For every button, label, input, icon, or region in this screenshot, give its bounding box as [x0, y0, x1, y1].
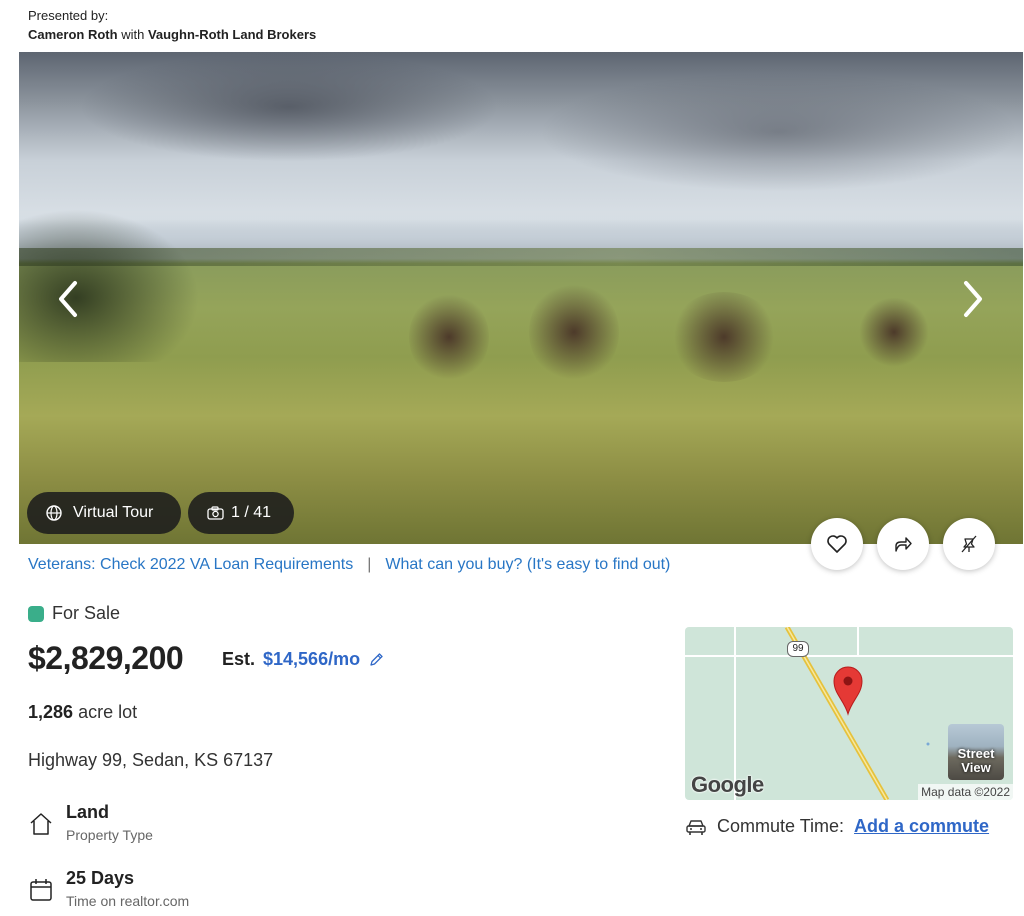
- map-pin-icon: [833, 666, 863, 716]
- broker-name[interactable]: Vaughn-Roth Land Brokers: [148, 27, 316, 42]
- chevron-left-icon[interactable]: [46, 277, 90, 321]
- with-text: with: [121, 27, 145, 42]
- agent-name[interactable]: Cameron Roth: [28, 27, 118, 42]
- property-type-value: Land: [66, 802, 109, 822]
- pencil-icon[interactable]: [368, 652, 384, 668]
- chevron-right-icon[interactable]: [951, 277, 995, 321]
- status-label: For Sale: [52, 603, 121, 623]
- share-button[interactable]: [877, 518, 929, 570]
- listing-price: $2,829,200: [28, 640, 184, 676]
- affordability-link[interactable]: What can you buy? (It's easy to find out…: [385, 556, 670, 574]
- photo-counter: 1 / 41: [231, 504, 272, 521]
- photo-count-button[interactable]: 1 / 41: [188, 492, 294, 534]
- photo-detail: [409, 292, 489, 382]
- virtual-tour-label: Virtual Tour: [73, 504, 154, 521]
- est-label: Est.: [222, 649, 256, 669]
- photo-detail: [79, 52, 499, 162]
- status-dot: [28, 605, 44, 622]
- presented-by: Presented by: Cameron Roth with Vaughn-R…: [28, 6, 316, 44]
- virtual-tour-button[interactable]: Virtual Tour: [27, 492, 181, 534]
- camera-icon: [207, 506, 224, 520]
- lot-size-value: 1,286: [28, 702, 74, 722]
- property-type-label: Property Type: [66, 827, 153, 843]
- map-attribution: Map data ©2022: [918, 784, 1013, 800]
- va-loan-link[interactable]: Veterans: Check 2022 VA Loan Requirement…: [28, 556, 353, 574]
- estimated-payment[interactable]: Est. $14,566/mo: [222, 649, 384, 670]
- lot-size: 1,286 acre lot: [28, 702, 137, 723]
- lot-size-unit: acre lot: [78, 702, 138, 722]
- photo-detail: [529, 282, 619, 382]
- add-commute-link[interactable]: Add a commute: [854, 816, 989, 837]
- commute-label: Commute Time:: [717, 816, 845, 836]
- globe-icon: [46, 505, 62, 521]
- street-view-button[interactable]: Street View: [948, 724, 1004, 780]
- share-icon: [895, 537, 912, 552]
- heart-icon: [827, 535, 847, 553]
- route-shield: 99: [787, 641, 809, 657]
- photo-detail: [669, 292, 779, 382]
- commute-time: Commute Time: Add a commute: [685, 816, 989, 837]
- location-map[interactable]: 99 Street View Google Map data ©2022: [685, 627, 1013, 800]
- photo-gallery[interactable]: Virtual Tour 1 / 41: [19, 52, 1023, 544]
- photo-detail: [539, 72, 1019, 192]
- favorite-button[interactable]: [811, 518, 863, 570]
- days-on-market-fact: 25 Days Time on realtor.com: [28, 867, 189, 909]
- car-icon: [686, 819, 706, 835]
- property-type-fact: Land Property Type: [28, 801, 153, 843]
- eye-off-icon: [961, 535, 977, 553]
- property-address: Highway 99, Sedan, KS 67137: [28, 750, 274, 770]
- hide-listing-button[interactable]: [943, 518, 995, 570]
- listing-status: For Sale: [28, 603, 120, 624]
- promo-links: Veterans: Check 2022 VA Loan Requirement…: [28, 556, 670, 574]
- house-outline-icon: [30, 813, 52, 835]
- days-on-market-label: Time on realtor.com: [66, 893, 190, 909]
- promo-separator: |: [367, 556, 372, 573]
- google-logo: Google: [691, 772, 764, 797]
- presented-by-label: Presented by:: [28, 8, 109, 23]
- est-value[interactable]: $14,566/mo: [263, 649, 360, 670]
- photo-detail: [859, 297, 929, 367]
- days-on-market-value: 25 Days: [66, 868, 135, 888]
- calendar-icon: [30, 879, 52, 901]
